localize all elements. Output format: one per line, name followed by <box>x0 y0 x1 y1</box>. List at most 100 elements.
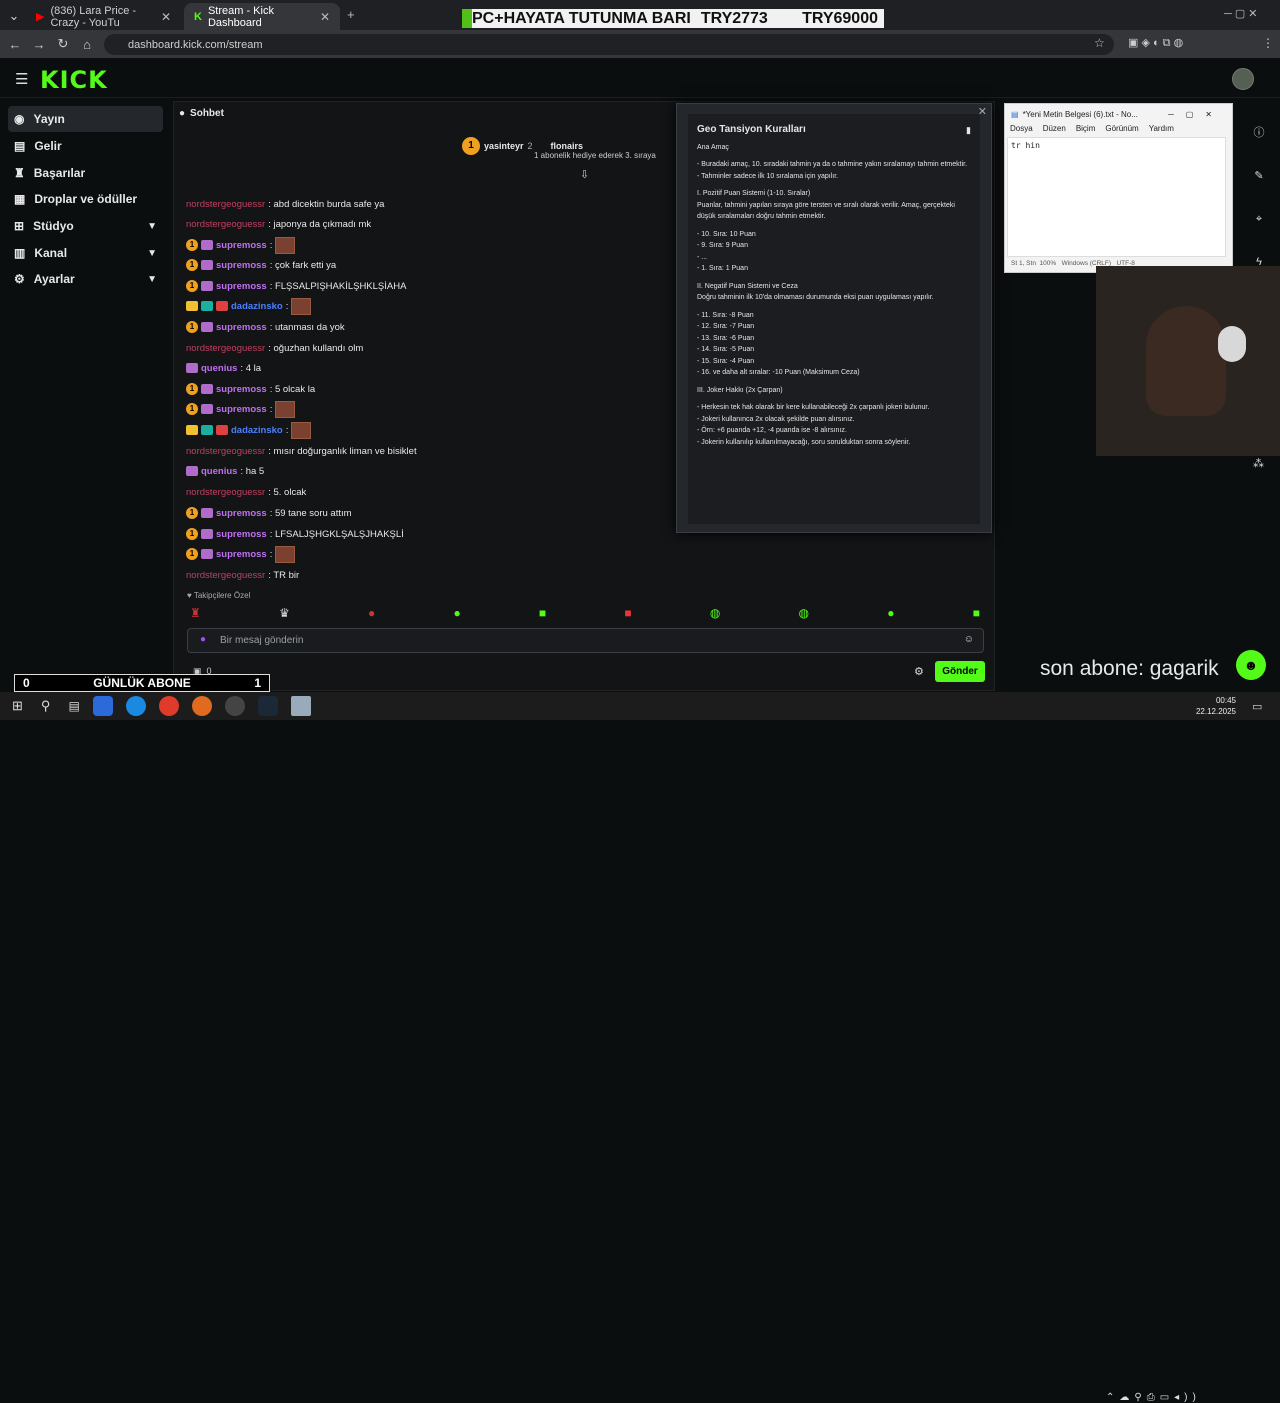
steam-icon[interactable] <box>257 696 278 716</box>
emote-icon[interactable]: ♛ <box>279 606 290 620</box>
chat-username[interactable]: nordstergeoguessr <box>186 487 265 498</box>
notepad-menu-item[interactable]: Görünüm <box>1105 124 1138 137</box>
notepad-taskbar-icon[interactable] <box>290 696 311 716</box>
chat-username[interactable]: nordstergeoguessr <box>186 570 265 581</box>
chat-username[interactable]: supremoss <box>216 322 267 333</box>
emote-icon[interactable]: ● <box>887 606 894 620</box>
daily-sub-label: GÜNLÜK ABONE <box>93 676 191 690</box>
sidebar-item-studyo[interactable]: ⊞ Stüdyo ▼ <box>8 213 163 239</box>
target-icon[interactable]: ⌖ <box>1253 198 1265 241</box>
window-controls[interactable]: ─▢✕ <box>1168 110 1224 119</box>
windows-start-icon[interactable]: ⊞ <box>12 698 23 714</box>
chat-username[interactable]: nordstergeoguessr <box>186 343 265 354</box>
menu-kebab-icon[interactable]: ⋮ <box>1262 36 1274 50</box>
last-subscriber-overlay: son abone: gagarik <box>1040 657 1219 680</box>
system-tray-icons[interactable]: ⌃☁⚲⎙▭◂)) <box>1106 1392 1201 1403</box>
chat-username[interactable]: supremoss <box>216 549 267 560</box>
forward-icon[interactable]: → <box>27 37 51 52</box>
obs-icon[interactable] <box>224 696 245 716</box>
edit-icon[interactable]: ✎ <box>1253 155 1265 198</box>
emote-icon[interactable]: ● <box>368 606 375 620</box>
copilot-icon[interactable] <box>92 696 113 716</box>
notifications-icon[interactable]: ▭ <box>1252 700 1262 713</box>
subscriber-icon <box>201 281 213 291</box>
close-icon[interactable]: ✕ <box>161 10 171 24</box>
emoji-icon[interactable]: ☺ <box>964 634 974 645</box>
notepad-menu-item[interactable]: Yardım <box>1149 124 1174 137</box>
kick-header <box>0 58 1280 98</box>
chat-username[interactable]: supremoss <box>216 260 267 271</box>
scroll-down-icon[interactable]: ⇩ <box>580 168 589 181</box>
chat-username[interactable]: supremoss <box>216 281 267 292</box>
sub-badge-icon: 1 <box>186 507 198 519</box>
search-icon[interactable]: ⚲ <box>41 698 51 714</box>
chat-text: : <box>269 548 273 560</box>
emote-icon[interactable]: ■ <box>624 606 631 620</box>
rules-body: Ana Amaç - Buradaki amaç, 10. sıradaki ta… <box>697 142 971 449</box>
emote-icon[interactable]: ● <box>453 606 460 620</box>
avatar[interactable] <box>1232 68 1254 90</box>
firefox-icon[interactable] <box>191 696 212 716</box>
info-icon[interactable]: ⓘ <box>1253 112 1265 155</box>
chat-text: : 59 tane soru attım <box>269 507 352 519</box>
chat-username[interactable]: supremoss <box>216 508 267 519</box>
emote-icon[interactable]: ◍ <box>710 606 720 620</box>
chat-username[interactable]: dadazinsko <box>231 301 283 312</box>
emote-icon[interactable]: ◍ <box>799 606 809 620</box>
tab-kick-dashboard[interactable]: K Stream - Kick Dashboard ✕ <box>184 3 340 30</box>
home-icon[interactable]: ⌂ <box>75 37 99 52</box>
sidebar-item-label: Kanal <box>34 246 68 260</box>
tab-search-icon[interactable]: ⌄ <box>2 8 26 24</box>
send-button[interactable]: Gönder <box>935 661 985 682</box>
mic-icon[interactable]: ● <box>200 634 206 645</box>
sidebar-item-kanal[interactable]: ▥ Kanal ▼ <box>8 240 163 266</box>
notepad-menu-item[interactable]: Düzen <box>1043 124 1066 137</box>
taskbar-clock[interactable]: 00:45 22.12.2025 <box>1196 695 1236 717</box>
kick-logo[interactable]: KICK <box>40 66 108 94</box>
chat-username[interactable]: supremoss <box>216 404 267 415</box>
back-icon[interactable]: ← <box>3 37 27 52</box>
emote-icon[interactable]: ■ <box>973 606 980 620</box>
sidebar-item-gelir[interactable]: ▤ Gelir <box>8 133 163 159</box>
notepad-editor[interactable]: tr hin <box>1007 137 1226 257</box>
edge-icon[interactable] <box>125 696 146 716</box>
sidebar-item-droplar[interactable]: ▦ Droplar ve ödüller <box>8 186 163 212</box>
chat-username[interactable]: nordstergeoguessr <box>186 446 265 457</box>
chat-username[interactable]: nordstergeoguessr <box>186 219 265 230</box>
tab-youtube[interactable]: ▶ (836) Lara Price - Crazy - YouTu ✕ <box>26 3 181 30</box>
chat-username[interactable]: supremoss <box>216 240 267 251</box>
help-chat-bubble-icon[interactable]: ☻ <box>1236 650 1266 680</box>
chat-settings-gear-icon[interactable]: ⚙ <box>914 665 924 678</box>
chat-username[interactable]: dadazinsko <box>231 425 283 436</box>
emote-icon[interactable]: ♜ <box>190 606 201 620</box>
chat-username[interactable]: quenius <box>201 466 237 477</box>
emote-icon[interactable]: ■ <box>539 606 546 620</box>
reload-icon[interactable]: ↻ <box>51 36 75 52</box>
sidebar-item-basarilar[interactable]: ♜ Başarılar <box>8 160 163 186</box>
notepad-menu-item[interactable]: Biçim <box>1076 124 1096 137</box>
rules-line: - Buradaki amaç, 10. sıradaki tahmin ya … <box>697 161 968 168</box>
bookmark-star-icon[interactable]: ☆ <box>1094 36 1105 50</box>
extensions-icons[interactable]: ▣ ◈ ◐ ⧉ ◍ <box>1128 36 1183 50</box>
badge-icon <box>216 301 228 311</box>
close-icon[interactable]: ✕ <box>320 10 330 24</box>
chat-message-input[interactable]: ● Bir mesaj gönderin ☺ <box>187 628 984 653</box>
chat-header: ● Sohbet <box>179 108 224 119</box>
sidebar-item-label: Droplar ve ödüller <box>34 192 138 206</box>
share-icon[interactable]: ⁂ <box>1253 457 1264 470</box>
hamburger-icon[interactable]: ☰ <box>15 70 28 88</box>
notepad-menu-item[interactable]: Dosya <box>1010 124 1033 137</box>
chat-username[interactable]: supremoss <box>216 529 267 540</box>
sidebar-item-yayin[interactable]: ◉ Yayın <box>8 106 163 132</box>
chat-username[interactable]: supremoss <box>216 384 267 395</box>
chat-username[interactable]: nordstergeoguessr <box>186 199 265 210</box>
emote-image <box>291 297 312 315</box>
new-tab-icon[interactable]: + <box>347 7 355 22</box>
sidebar-item-ayarlar[interactable]: ⚙ Ayarlar ▼ <box>8 266 163 292</box>
chat-username[interactable]: quenius <box>201 363 237 374</box>
chrome-icon[interactable] <box>158 696 179 716</box>
window-controls[interactable]: ─ ▢ ✕ <box>1224 7 1258 20</box>
pin-icon[interactable]: ▮ <box>966 125 971 137</box>
url-field[interactable]: dashboard.kick.com/stream <box>104 34 1114 55</box>
task-view-icon[interactable]: ▤ <box>68 699 79 713</box>
